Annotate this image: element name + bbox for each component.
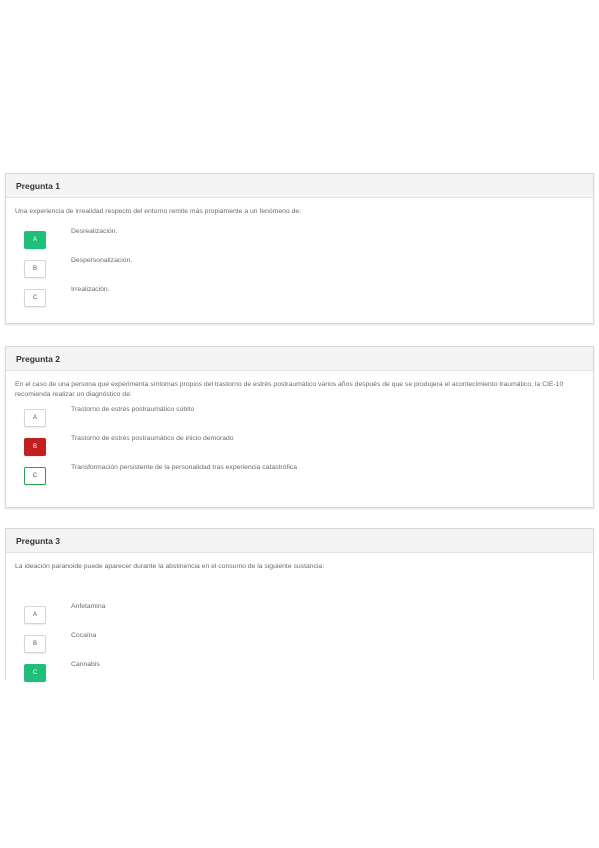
option-label: Anfetamina [71, 603, 106, 610]
option-letter-box[interactable]: A [24, 409, 46, 427]
option-label: Desrealización. [71, 228, 118, 235]
option-label: Cocaína [71, 632, 97, 639]
option-label: Irrealización. [71, 286, 110, 293]
option-label: Cannabis [71, 661, 100, 668]
question-title: Pregunta 2 [16, 353, 60, 364]
option-b[interactable]: B Trastorno de estrés postraumático de i… [24, 435, 524, 458]
option-letter-box[interactable]: B [24, 260, 46, 278]
option-letter-box[interactable]: B [24, 635, 46, 653]
question-body: Una experiencia de irrealidad respecto d… [6, 198, 593, 307]
option-b[interactable]: B Cocaína [24, 632, 524, 655]
option-letter-box[interactable]: C [24, 467, 46, 485]
option-label: Trastorno de estrés postraumático súbito [71, 406, 195, 413]
option-letter-box[interactable]: A [24, 231, 46, 249]
question-header: Pregunta 3 [6, 529, 593, 553]
option-letter-box[interactable]: C [24, 289, 46, 307]
question-text: La ideación paranoide puede aparecer dur… [15, 563, 325, 570]
question-card-2: Pregunta 2 En el caso de una persona que… [5, 346, 594, 508]
option-c[interactable]: C Cannabis [24, 661, 524, 684]
question-header: Pregunta 2 [6, 347, 593, 371]
option-label: Despersonalización. [71, 257, 133, 264]
option-letter-box[interactable]: C [24, 664, 46, 682]
option-label: Trastorno de estrés postraumático de ini… [71, 435, 234, 442]
option-label: Transformación persistente de la persona… [71, 464, 298, 471]
question-body: La ideación paranoide puede aparecer dur… [6, 553, 593, 682]
question-title: Pregunta 3 [16, 535, 60, 546]
option-a[interactable]: A Desrealización. [24, 228, 524, 251]
option-letter-box[interactable]: A [24, 606, 46, 624]
option-a[interactable]: A Trastorno de estrés postraumático súbi… [24, 406, 524, 429]
option-b[interactable]: B Despersonalización. [24, 257, 524, 280]
option-c[interactable]: C Transformación persistente de la perso… [24, 464, 524, 487]
option-a[interactable]: A Anfetamina [24, 603, 524, 626]
question-text: En el caso de una persona que experiment… [15, 381, 564, 398]
question-body: En el caso de una persona que experiment… [6, 371, 593, 485]
question-card-1: Pregunta 1 Una experiencia de irrealidad… [5, 173, 594, 324]
option-letter-box[interactable]: B [24, 438, 46, 456]
question-card-3: Pregunta 3 La ideación paranoide puede a… [5, 528, 594, 682]
question-text: Una experiencia de irrealidad respecto d… [15, 208, 302, 215]
option-c[interactable]: C Irrealización. [24, 286, 524, 309]
question-title: Pregunta 1 [16, 180, 60, 191]
question-header: Pregunta 1 [6, 174, 593, 198]
